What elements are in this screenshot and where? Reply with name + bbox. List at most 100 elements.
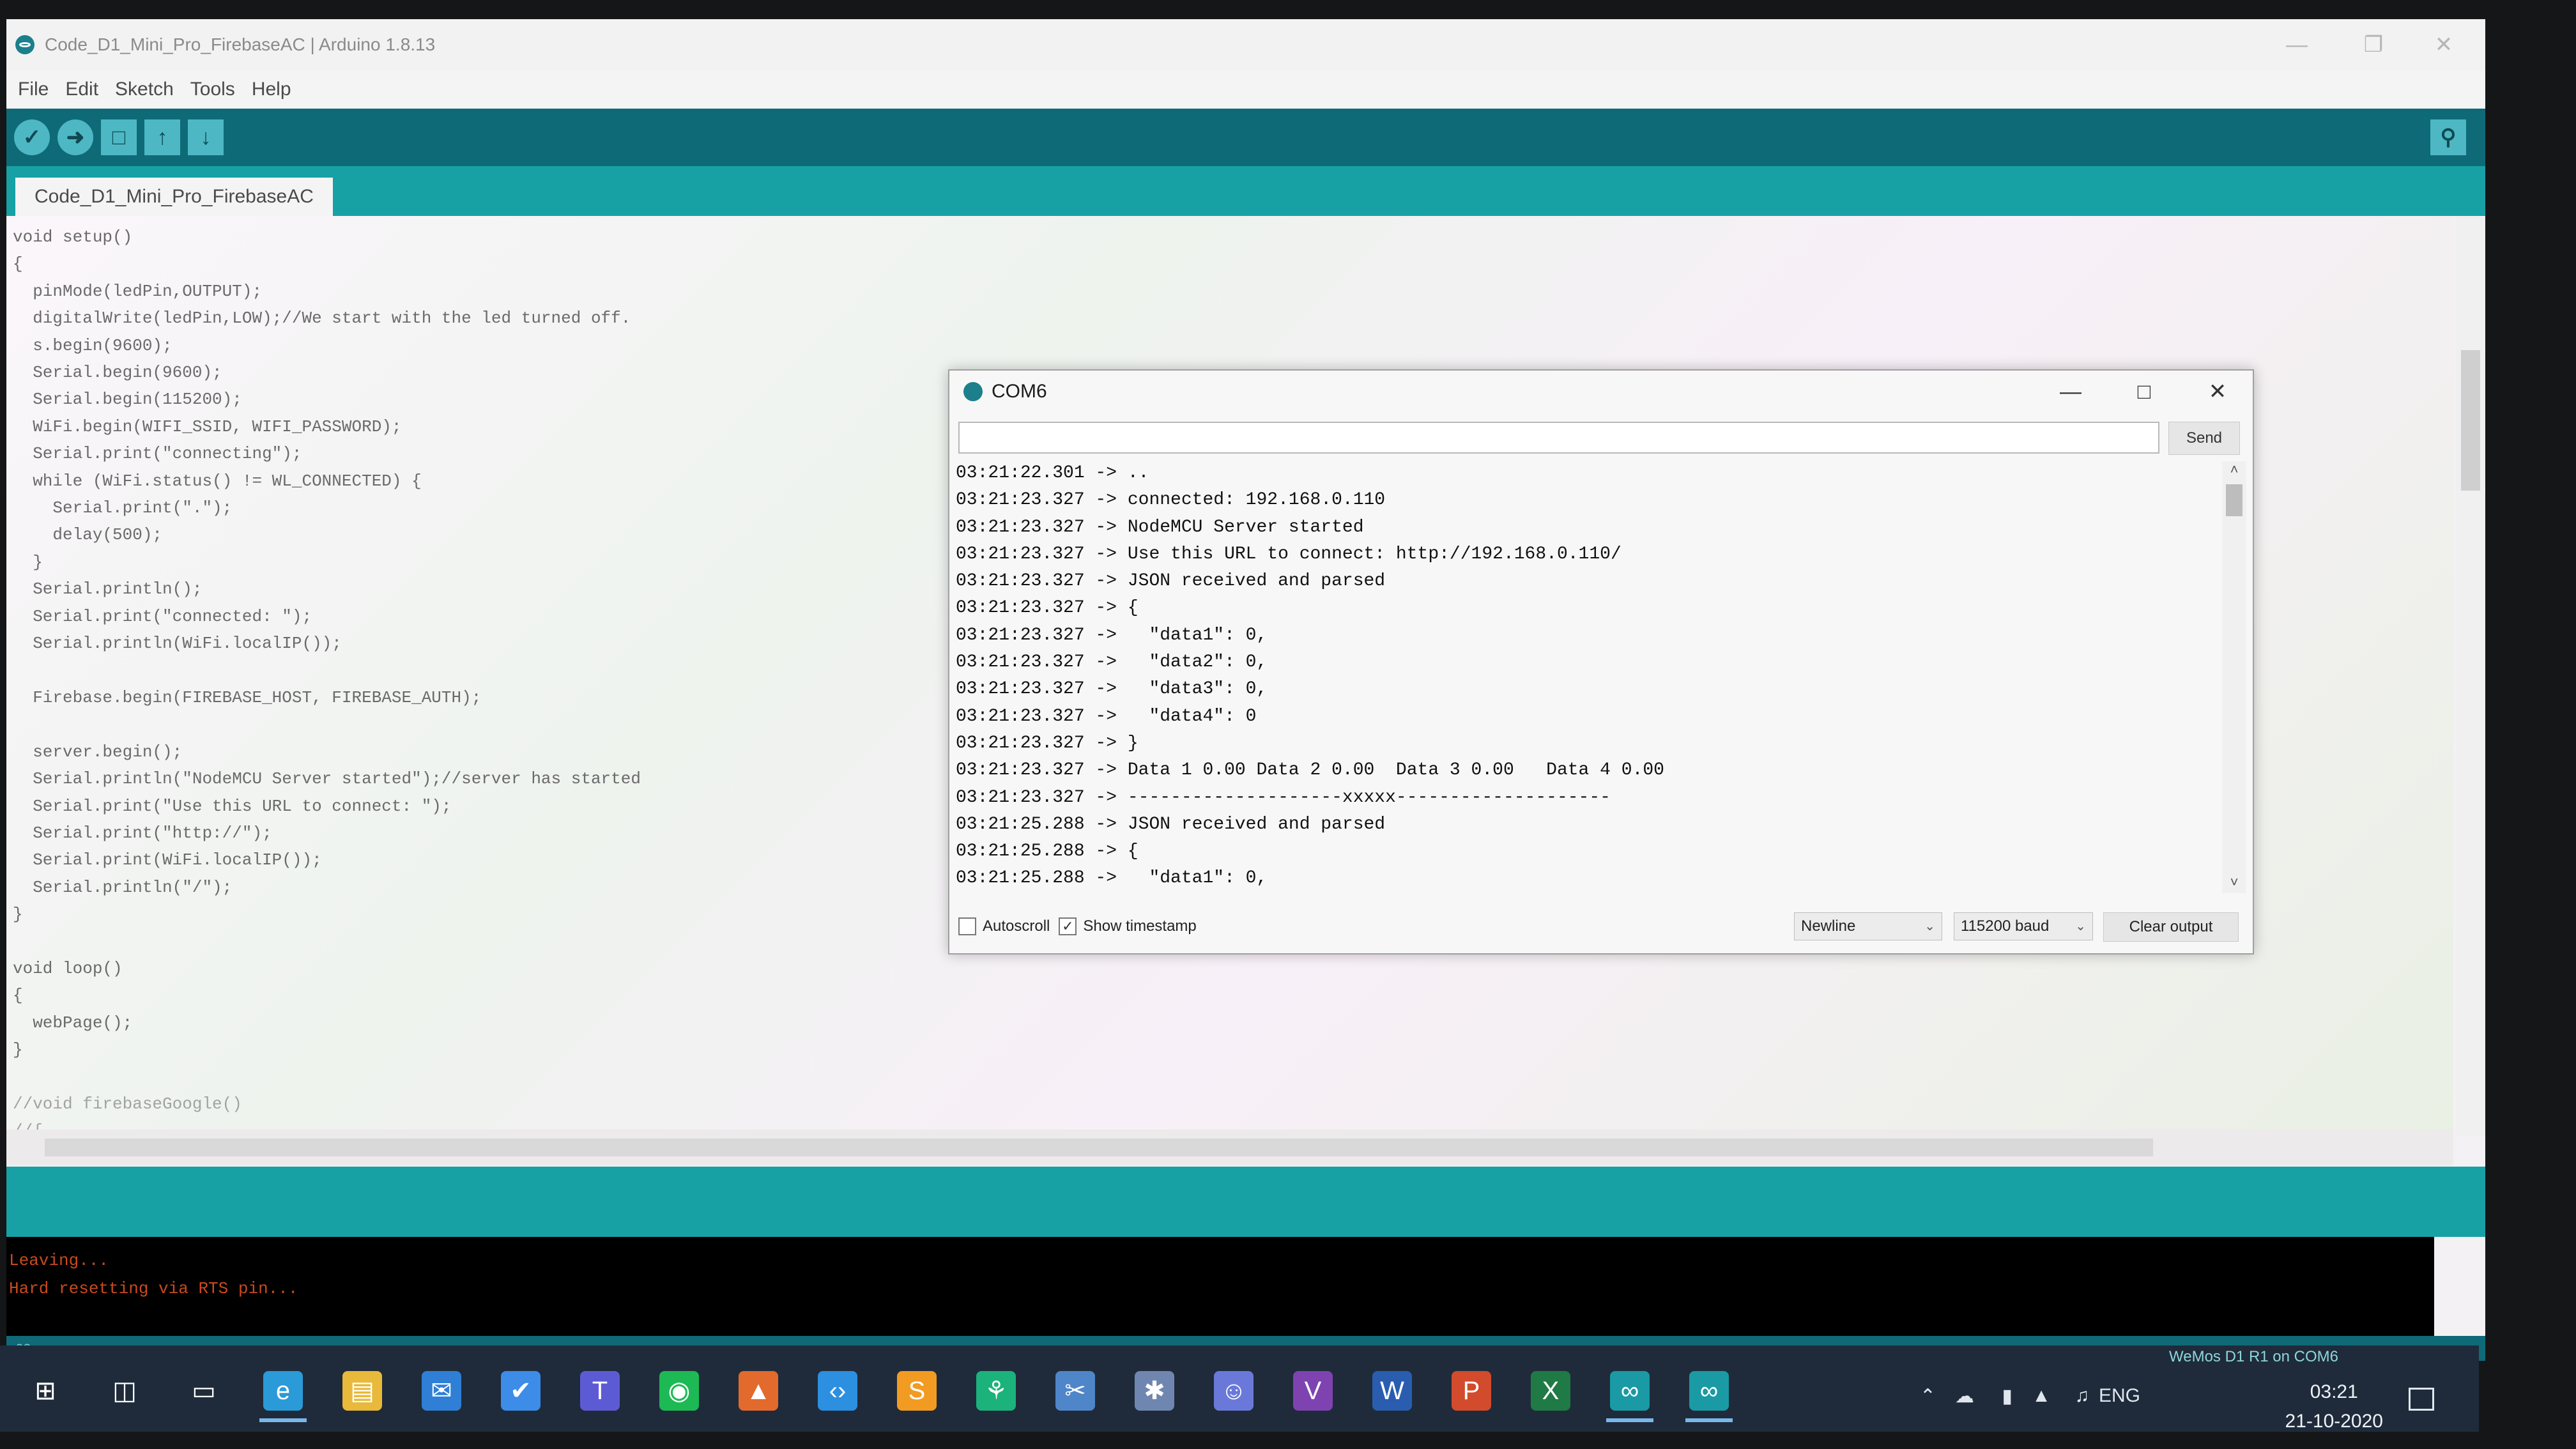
edge-icon[interactable]: e — [259, 1371, 307, 1422]
notification-icon[interactable] — [2409, 1388, 2434, 1411]
baud-rate-select[interactable]: 115200 baud ⌄ — [1954, 912, 2093, 940]
vs-icon[interactable]: V — [1293, 1371, 1333, 1411]
code-line[interactable]: Serial.begin(9600); — [13, 359, 641, 386]
save-button[interactable]: ↓ — [188, 119, 224, 155]
serial-input[interactable] — [958, 422, 2159, 454]
code-line[interactable]: while (WiFi.status() != WL_CONNECTED) { — [13, 468, 641, 494]
maximize-button[interactable]: ❐ — [2338, 19, 2409, 70]
code-line[interactable]: Serial.print("Use this URL to connect: "… — [13, 793, 641, 820]
code-line[interactable]: Serial.print("connected: "); — [13, 603, 641, 630]
output-console: Leaving... Hard resetting via RTS pin... — [6, 1237, 2434, 1336]
code-line[interactable]: Serial.begin(115200); — [13, 386, 641, 413]
menu-sketch[interactable]: Sketch — [115, 79, 174, 100]
language-indicator[interactable]: ENG — [2099, 1385, 2140, 1407]
code-line[interactable]: Serial.println(WiFi.localIP()); — [13, 630, 641, 657]
maximize-button[interactable]: □ — [2109, 371, 2179, 413]
code-line[interactable]: WiFi.begin(WIFI_SSID, WIFI_PASSWORD); — [13, 413, 641, 440]
vscode-icon[interactable]: ‹› — [818, 1371, 857, 1411]
code-line[interactable]: //void firebaseGoogle() — [13, 1091, 641, 1117]
todo-icon[interactable]: ✔ — [501, 1371, 540, 1411]
chevron-up-icon[interactable]: ⌃ — [1920, 1385, 1936, 1407]
windows-start-icon[interactable]: ⊞ — [26, 1371, 65, 1411]
code-text[interactable]: void setup(){ pinMode(ledPin,OUTPUT); di… — [13, 224, 641, 1136]
gitkraken-icon[interactable]: ⚘ — [976, 1371, 1016, 1411]
excel-icon[interactable]: X — [1531, 1371, 1570, 1411]
minimize-button[interactable]: — — [2262, 19, 2332, 70]
code-line[interactable]: s.begin(9600); — [13, 332, 641, 359]
code-line[interactable]: Serial.print("http://"); — [13, 820, 641, 847]
open-button[interactable]: ↑ — [144, 119, 180, 155]
code-line[interactable]: digitalWrite(ledPin,LOW);//We start with… — [13, 305, 641, 332]
matlab-icon[interactable]: ▲ — [739, 1371, 778, 1411]
spotify-icon[interactable]: ◉ — [659, 1371, 699, 1411]
volume-icon[interactable]: ♫ — [2075, 1385, 2090, 1407]
menu-tools[interactable]: Tools — [190, 79, 235, 100]
code-line[interactable]: } — [13, 1036, 641, 1063]
code-line[interactable]: Serial.print(WiFi.localIP()); — [13, 847, 641, 873]
teams-icon[interactable]: T — [580, 1371, 620, 1411]
menu-file[interactable]: File — [18, 79, 49, 100]
snipping-tool-icon[interactable]: ✂ — [1055, 1371, 1095, 1411]
new-button[interactable]: □ — [101, 119, 137, 155]
verify-button[interactable]: ✓ — [14, 119, 50, 155]
minimize-button[interactable]: — — [2035, 371, 2106, 413]
code-line[interactable] — [13, 657, 641, 684]
code-line[interactable]: pinMode(ledPin,OUTPUT); — [13, 278, 641, 305]
mail-icon[interactable]: ✉ — [422, 1371, 461, 1411]
code-line[interactable]: Serial.print("."); — [13, 494, 641, 521]
bug-icon[interactable]: ✱ — [1135, 1371, 1174, 1411]
code-line[interactable] — [13, 1064, 641, 1091]
code-line[interactable]: Serial.println("NodeMCU Server started")… — [13, 765, 641, 792]
code-line[interactable]: server.begin(); — [13, 739, 641, 765]
editor-vertical-scrollbar[interactable] — [2456, 216, 2485, 1136]
chat-icon[interactable]: ▭ — [184, 1371, 224, 1411]
battery-icon[interactable]: ▮ — [2002, 1385, 2012, 1407]
menu-help[interactable]: Help — [252, 79, 291, 100]
code-line[interactable]: webPage(); — [13, 1009, 641, 1036]
file-explorer-icon[interactable]: ▤ — [342, 1371, 382, 1411]
serial-title: COM6 — [992, 381, 1047, 402]
code-line[interactable] — [13, 928, 641, 955]
wifi-icon[interactable]: ▲ — [2032, 1385, 2051, 1407]
serial-monitor-button[interactable]: ⚲ — [2430, 119, 2466, 155]
scroll-down-icon[interactable]: ˅ — [2222, 874, 2246, 893]
task-view-icon[interactable]: ◫ — [105, 1371, 144, 1411]
scrollbar-thumb[interactable] — [45, 1138, 2153, 1156]
arduino-icon[interactable]: ∞ — [1685, 1371, 1733, 1422]
code-line[interactable]: void setup() — [13, 224, 641, 250]
arduino-icon[interactable]: ∞ — [1606, 1371, 1653, 1422]
clear-output-button[interactable]: Clear output — [2103, 912, 2239, 942]
autoscroll-checkbox[interactable] — [958, 917, 976, 935]
code-line[interactable]: { — [13, 250, 641, 277]
discord-icon[interactable]: ☺ — [1214, 1371, 1254, 1411]
tab-sketch[interactable]: Code_D1_Mini_Pro_FirebaseAC — [15, 178, 333, 216]
serial-output[interactable]: 03:21:22.301 -> .. 03:21:23.327 -> connec… — [956, 460, 2227, 894]
code-line[interactable]: Serial.println("/"); — [13, 874, 641, 901]
onedrive-icon[interactable]: ☁ — [1955, 1385, 1974, 1407]
scroll-up-icon[interactable]: ˄ — [2222, 461, 2246, 480]
menu-edit[interactable]: Edit — [65, 79, 98, 100]
code-line[interactable]: void loop() — [13, 955, 641, 982]
send-button[interactable]: Send — [2168, 422, 2240, 455]
word-icon[interactable]: W — [1372, 1371, 1412, 1411]
code-line[interactable] — [13, 711, 641, 738]
code-line[interactable]: } — [13, 901, 641, 928]
serial-scrollbar[interactable]: ˄ ˅ — [2222, 461, 2246, 893]
show-timestamp-checkbox[interactable]: ✓ — [1059, 917, 1077, 935]
upload-button[interactable]: ➜ — [57, 119, 93, 155]
editor-horizontal-scrollbar[interactable] — [6, 1130, 2453, 1165]
line-ending-select[interactable]: Newline ⌄ — [1794, 912, 1942, 940]
code-line[interactable]: { — [13, 982, 641, 1009]
sublime-icon[interactable]: S — [897, 1371, 937, 1411]
code-line[interactable]: Serial.println(); — [13, 576, 641, 602]
code-line[interactable]: Serial.print("connecting"); — [13, 440, 641, 467]
code-line[interactable]: } — [13, 549, 641, 576]
scrollbar-thumb[interactable] — [2226, 484, 2242, 516]
code-line[interactable]: delay(500); — [13, 521, 641, 548]
powerpoint-icon[interactable]: P — [1452, 1371, 1491, 1411]
close-button[interactable]: ✕ — [2409, 19, 2479, 70]
taskbar-clock[interactable]: 03:21 21-10-2020 — [2285, 1377, 2383, 1436]
scrollbar-thumb[interactable] — [2461, 350, 2480, 491]
code-line[interactable]: Firebase.begin(FIREBASE_HOST, FIREBASE_A… — [13, 684, 641, 711]
close-button[interactable]: ✕ — [2182, 371, 2253, 413]
